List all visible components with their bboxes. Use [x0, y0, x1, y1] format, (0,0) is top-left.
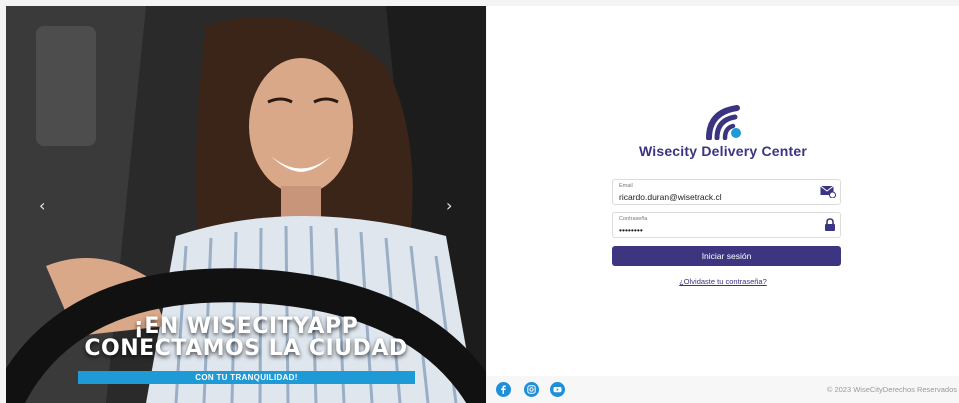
hero-tagline: CON TU TRANQUILIDAD!: [78, 371, 415, 384]
footer: © 2023 WiseCityDerechos Reservados: [487, 376, 959, 403]
hero-carousel: ‹ › ¡EN WISECITYAPP CONECTAMOS LA CIUDAD…: [6, 6, 486, 403]
email-label: Email: [619, 183, 633, 189]
forgot-password-link[interactable]: ¿Olvidaste tu contraseña?: [487, 277, 959, 286]
carousel-prev-arrow[interactable]: ‹: [39, 198, 45, 214]
youtube-icon[interactable]: [550, 382, 565, 397]
brand-title: Wisecity Delivery Center: [638, 143, 808, 159]
instagram-icon[interactable]: [524, 382, 539, 397]
wisecity-logo-icon: [706, 105, 741, 140]
login-button[interactable]: Iniciar sesión: [612, 246, 841, 266]
envelope-icon: [820, 185, 836, 198]
carousel-next-arrow[interactable]: ›: [446, 198, 452, 214]
email-field[interactable]: Email ricardo.duran@wisetrack.cl: [612, 179, 841, 205]
hero-headline-line2: CONECTAMOS LA CIUDAD: [84, 336, 408, 361]
copyright-text: © 2023 WiseCityDerechos Reservados: [826, 385, 957, 394]
login-panel: Wisecity Delivery Center Email ricardo.d…: [487, 6, 959, 403]
lock-icon: [825, 218, 835, 231]
password-input[interactable]: ••••••••: [619, 225, 643, 235]
password-field[interactable]: Contraseña ••••••••: [612, 212, 841, 238]
facebook-icon[interactable]: [496, 382, 511, 397]
login-page: ‹ › ¡EN WISECITYAPP CONECTAMOS LA CIUDAD…: [0, 0, 959, 403]
password-label: Contraseña: [619, 216, 648, 222]
email-input[interactable]: ricardo.duran@wisetrack.cl: [619, 192, 722, 202]
